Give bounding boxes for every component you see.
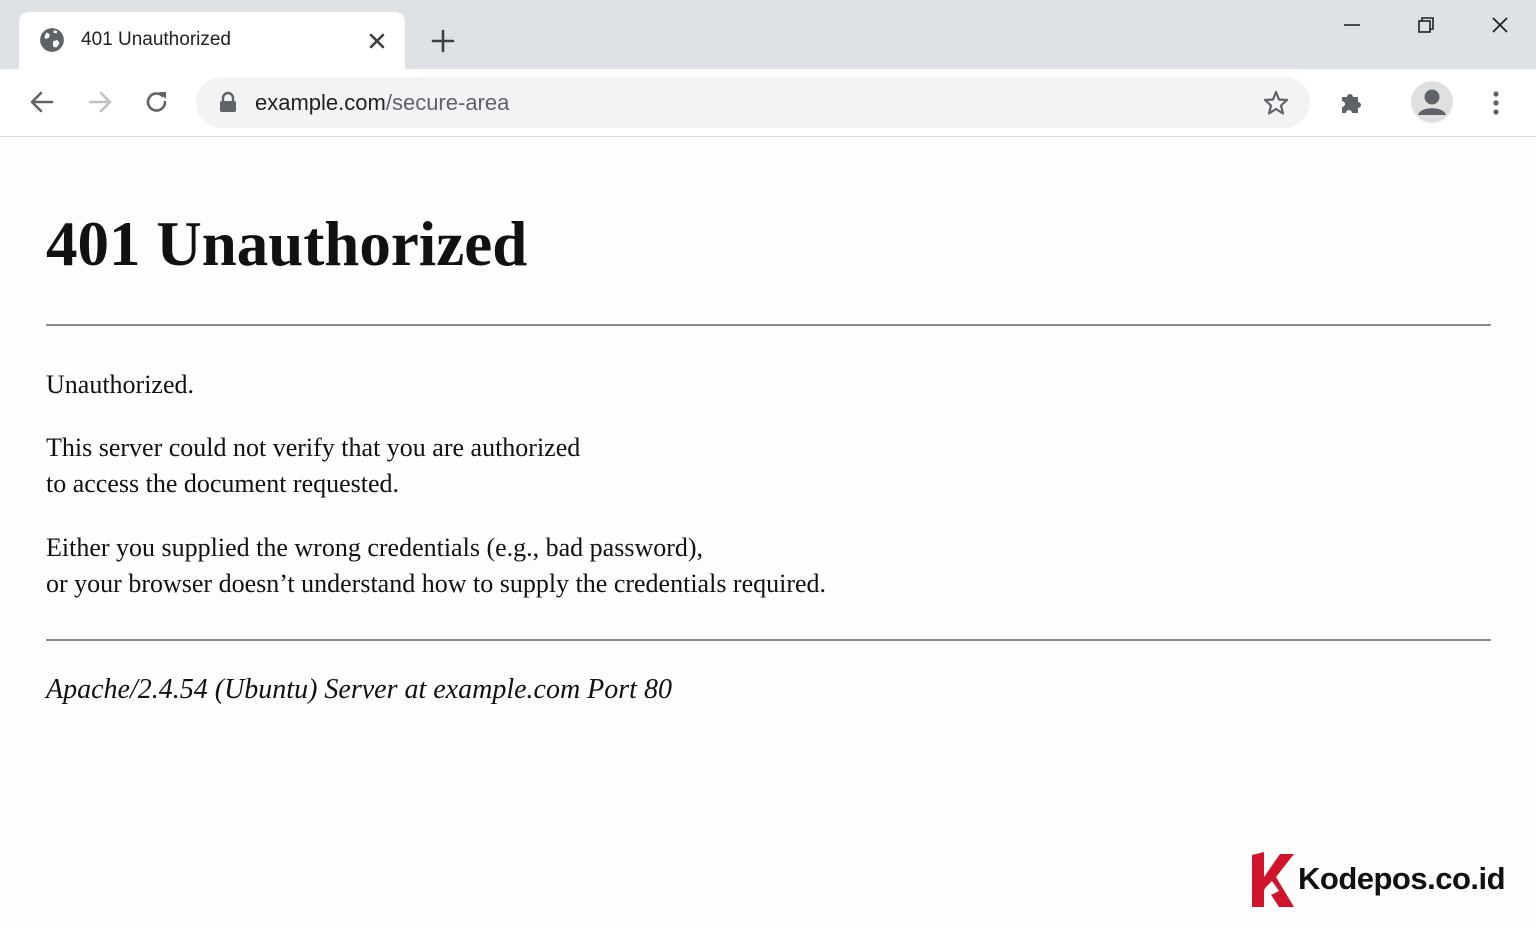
globe-icon (40, 28, 64, 52)
tab-strip: 401 Unauthorized (0, 0, 1536, 69)
url-host: example.com (255, 90, 386, 115)
arrow-right-icon[interactable] (86, 88, 114, 116)
error-summary: Unauthorized. (46, 370, 195, 399)
browser-toolbar: example.com/secure-area (0, 69, 1536, 137)
puzzle-icon[interactable] (1337, 88, 1367, 118)
close-icon[interactable] (365, 29, 389, 53)
url-text[interactable]: example.com/secure-area (255, 90, 509, 116)
arrow-left-icon[interactable] (28, 88, 56, 116)
plus-icon[interactable] (429, 27, 457, 55)
reload-icon[interactable] (143, 88, 171, 116)
kebab-menu-icon[interactable] (1486, 88, 1506, 118)
window-close-icon[interactable] (1485, 10, 1515, 40)
lock-icon[interactable] (218, 91, 238, 113)
profile-avatar[interactable] (1411, 81, 1453, 123)
watermark: Kodepos.co.id (1250, 851, 1506, 909)
error-explanation: This server could not verify that you ar… (46, 430, 580, 502)
star-icon[interactable] (1262, 89, 1290, 117)
tab-title: 401 Unauthorized (81, 29, 231, 50)
address-bar[interactable]: example.com/secure-area (196, 77, 1310, 128)
url-path: /secure-area (385, 90, 510, 115)
kodepos-logo-icon (1252, 852, 1294, 907)
watermark-text: Kodepos.co.id (1298, 861, 1506, 896)
page-title: 401 Unauthorized (46, 209, 528, 279)
explanation-line: This server could not verify that you ar… (46, 433, 581, 462)
explanation-line: to access the document requested. (46, 469, 400, 498)
divider (46, 324, 1491, 326)
divider (46, 639, 1491, 641)
server-signature: Apache/2.4.54 (Ubuntu) Server at example… (46, 674, 672, 705)
browser-tab[interactable]: 401 Unauthorized (19, 12, 405, 69)
person-icon (1418, 89, 1446, 115)
restore-icon[interactable] (1411, 10, 1441, 40)
detail-line: Either you supplied the wrong credential… (46, 533, 704, 562)
minimize-icon[interactable] (1337, 10, 1367, 40)
detail-line: or your browser doesn’t understand how t… (46, 569, 827, 598)
error-detail: Either you supplied the wrong credential… (46, 530, 826, 602)
